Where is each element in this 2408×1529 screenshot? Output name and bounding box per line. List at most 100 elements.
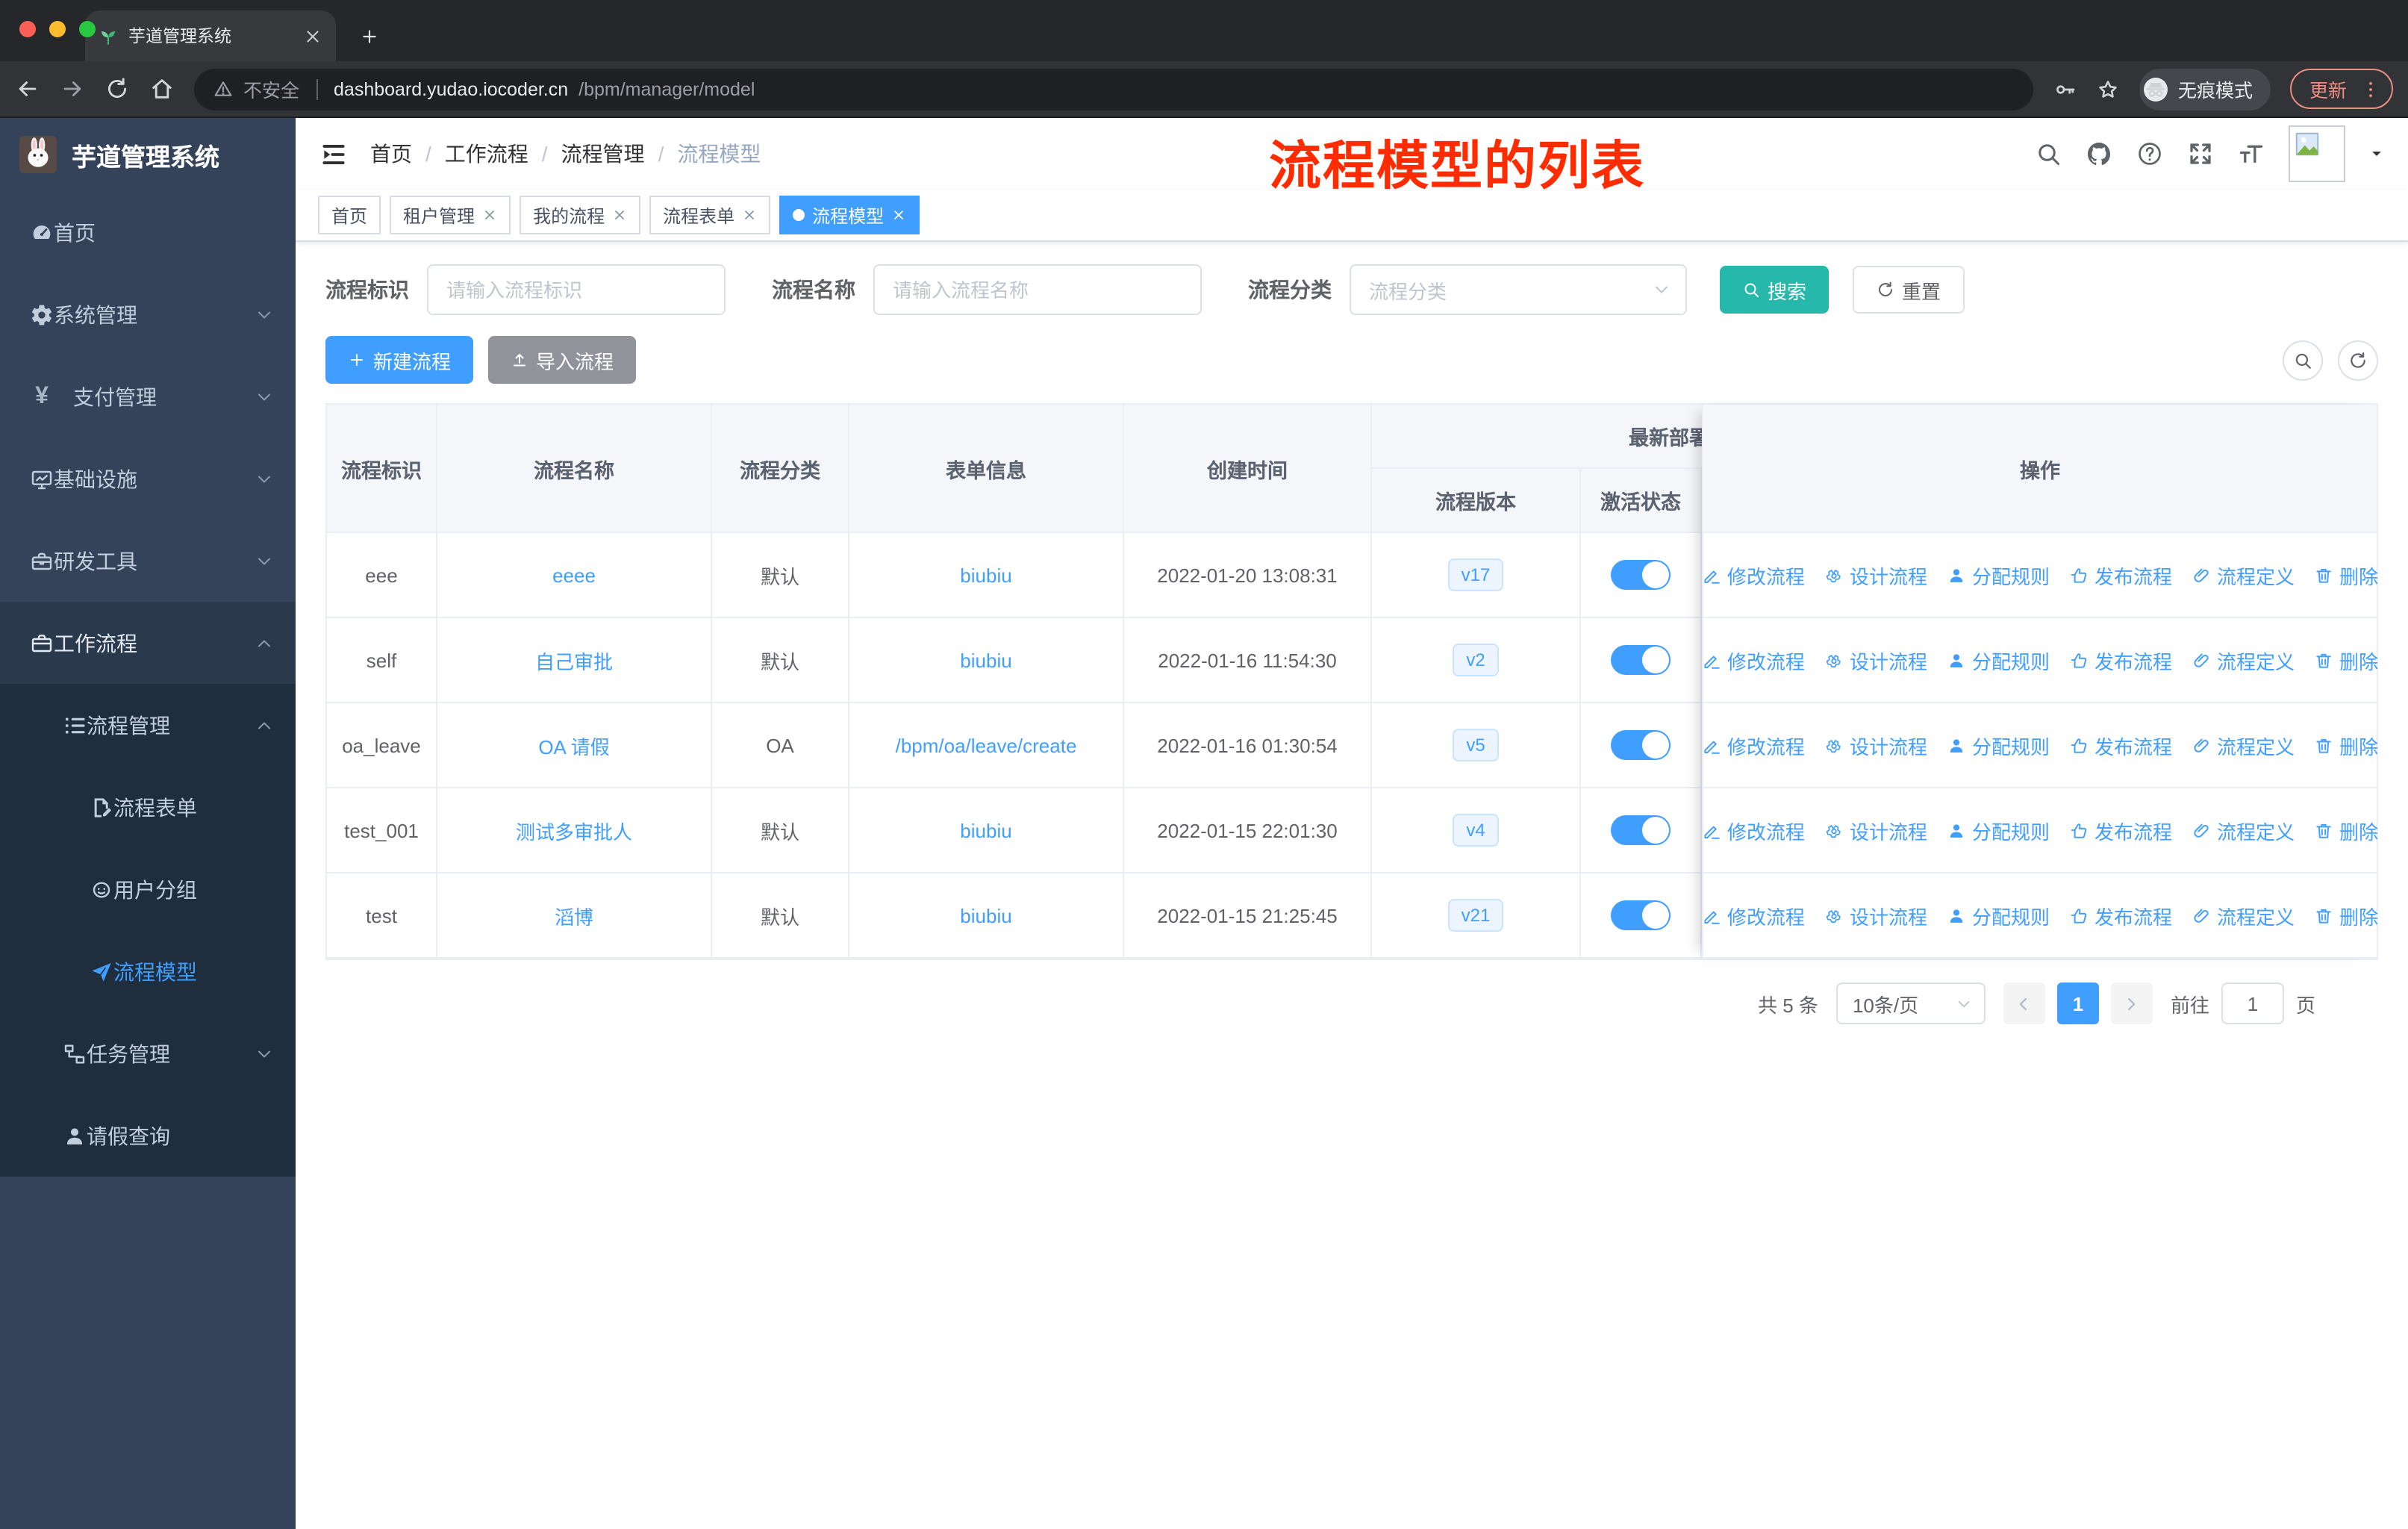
active-switch[interactable]: [1611, 560, 1671, 590]
op-修改流程[interactable]: 修改流程: [1702, 561, 1805, 589]
sidebar-item-请假查询[interactable]: 请假查询: [0, 1094, 296, 1177]
active-switch[interactable]: [1611, 900, 1671, 930]
op-删除[interactable]: 删除: [2314, 816, 2378, 844]
reload-button[interactable]: [105, 76, 130, 102]
github-icon[interactable]: [2086, 140, 2112, 167]
sidebar-item-首页[interactable]: 首页: [0, 191, 296, 273]
tag-close-icon[interactable]: [612, 208, 627, 222]
sidebar-item-系统管理[interactable]: 系统管理: [0, 273, 296, 355]
url-bar[interactable]: 不安全 dashboard.yudao.iocoder.cn/bpm/manag…: [194, 68, 2033, 110]
active-switch[interactable]: [1611, 645, 1671, 675]
op-流程定义[interactable]: 流程定义: [2192, 646, 2295, 674]
tag-close-icon[interactable]: [742, 208, 757, 222]
search-icon[interactable]: [2035, 140, 2062, 167]
browser-menu-dots-icon[interactable]: [2360, 78, 2381, 99]
window-controls[interactable]: [19, 21, 96, 37]
process-name-link[interactable]: OA 请假: [538, 731, 609, 759]
process-category-select[interactable]: 流程分类: [1350, 264, 1687, 315]
import-process-button[interactable]: 导入流程: [488, 336, 637, 384]
create-process-button[interactable]: 新建流程: [325, 336, 474, 384]
op-设计流程[interactable]: 设计流程: [1824, 646, 1927, 674]
tag-流程模型[interactable]: 流程模型: [779, 196, 920, 234]
process-name-link[interactable]: 测试多审批人: [516, 816, 632, 844]
op-发布流程[interactable]: 发布流程: [2069, 561, 2172, 589]
process-name-input[interactable]: [873, 264, 1202, 315]
goto-page-input[interactable]: [2221, 983, 2284, 1024]
bookmark-star-icon[interactable]: [2096, 77, 2120, 101]
reset-button[interactable]: 重置: [1853, 266, 1965, 314]
back-button[interactable]: [15, 76, 40, 102]
op-流程定义[interactable]: 流程定义: [2192, 816, 2295, 844]
sidebar-item-任务管理[interactable]: 任务管理: [0, 1012, 296, 1094]
op-分配规则[interactable]: 分配规则: [1947, 731, 2050, 759]
op-删除[interactable]: 删除: [2314, 646, 2378, 674]
form-info-link[interactable]: biubiu: [960, 564, 1011, 586]
prev-page-button[interactable]: [2003, 983, 2045, 1024]
form-info-link[interactable]: /bpm/oa/leave/create: [896, 734, 1077, 756]
op-发布流程[interactable]: 发布流程: [2069, 731, 2172, 759]
browser-update-button[interactable]: 更新: [2289, 69, 2393, 109]
form-info-link[interactable]: biubiu: [960, 649, 1011, 671]
breadcrumb-item-首页[interactable]: 首页: [370, 139, 412, 169]
op-分配规则[interactable]: 分配规则: [1947, 646, 2050, 674]
op-删除[interactable]: 删除: [2314, 731, 2378, 759]
sidebar-item-工作流程[interactable]: 工作流程: [0, 602, 296, 684]
active-switch[interactable]: [1611, 730, 1671, 760]
process-name-link[interactable]: eeee: [552, 564, 596, 586]
op-分配规则[interactable]: 分配规则: [1947, 901, 2050, 929]
op-发布流程[interactable]: 发布流程: [2069, 901, 2172, 929]
new-tab-button[interactable]: [351, 18, 387, 54]
tag-租户管理[interactable]: 租户管理: [390, 196, 511, 234]
tag-close-icon[interactable]: [891, 208, 906, 222]
op-分配规则[interactable]: 分配规则: [1947, 816, 2050, 844]
tag-close-icon[interactable]: [482, 208, 497, 222]
sidebar-item-支付管理[interactable]: ¥ 支付管理: [0, 355, 296, 437]
process-key-input[interactable]: [427, 264, 726, 315]
op-发布流程[interactable]: 发布流程: [2069, 816, 2172, 844]
tag-流程表单[interactable]: 流程表单: [649, 196, 771, 234]
help-icon[interactable]: [2136, 140, 2163, 167]
home-button[interactable]: [149, 76, 175, 102]
op-发布流程[interactable]: 发布流程: [2069, 646, 2172, 674]
op-流程定义[interactable]: 流程定义: [2192, 731, 2295, 759]
op-流程定义[interactable]: 流程定义: [2192, 901, 2295, 929]
op-设计流程[interactable]: 设计流程: [1824, 901, 1927, 929]
op-设计流程[interactable]: 设计流程: [1824, 561, 1927, 589]
avatar[interactable]: [2289, 125, 2345, 182]
avatar-caret-down-icon[interactable]: [2369, 146, 2384, 161]
tag-我的流程[interactable]: 我的流程: [520, 196, 641, 234]
op-设计流程[interactable]: 设计流程: [1824, 731, 1927, 759]
breadcrumb-item-流程管理[interactable]: 流程管理: [561, 139, 645, 169]
tab-close-icon[interactable]: [303, 26, 322, 46]
op-修改流程[interactable]: 修改流程: [1702, 646, 1805, 674]
browser-tab[interactable]: 芋道管理系统: [85, 10, 336, 61]
op-设计流程[interactable]: 设计流程: [1824, 816, 1927, 844]
form-info-link[interactable]: biubiu: [960, 819, 1011, 841]
sidebar-fold-icon[interactable]: [319, 140, 348, 168]
op-删除[interactable]: 删除: [2314, 561, 2378, 589]
key-icon[interactable]: [2053, 77, 2077, 101]
process-name-link[interactable]: 滔博: [555, 901, 593, 929]
maximize-window-button[interactable]: [79, 21, 96, 37]
sidebar-item-研发工具[interactable]: 研发工具: [0, 520, 296, 602]
active-switch[interactable]: [1611, 815, 1671, 845]
form-info-link[interactable]: biubiu: [960, 904, 1011, 927]
close-window-button[interactable]: [19, 21, 36, 37]
op-修改流程[interactable]: 修改流程: [1702, 901, 1805, 929]
op-修改流程[interactable]: 修改流程: [1702, 816, 1805, 844]
search-button[interactable]: 搜索: [1720, 266, 1830, 314]
sidebar-item-流程表单[interactable]: 流程表单: [0, 766, 296, 848]
current-page-button[interactable]: 1: [2056, 983, 2099, 1024]
forward-button[interactable]: [60, 76, 85, 102]
tag-首页[interactable]: 首页: [318, 196, 381, 234]
fullscreen-icon[interactable]: [2187, 140, 2214, 167]
toggle-search-button[interactable]: [2283, 340, 2323, 380]
process-name-link[interactable]: 自己审批: [535, 646, 613, 674]
next-page-button[interactable]: [2110, 983, 2153, 1024]
op-分配规则[interactable]: 分配规则: [1947, 561, 2050, 589]
op-流程定义[interactable]: 流程定义: [2192, 561, 2295, 589]
sidebar-item-基础设施[interactable]: 基础设施: [0, 437, 296, 520]
op-删除[interactable]: 删除: [2314, 901, 2378, 929]
op-修改流程[interactable]: 修改流程: [1702, 731, 1805, 759]
breadcrumb-item-工作流程[interactable]: 工作流程: [445, 139, 528, 169]
